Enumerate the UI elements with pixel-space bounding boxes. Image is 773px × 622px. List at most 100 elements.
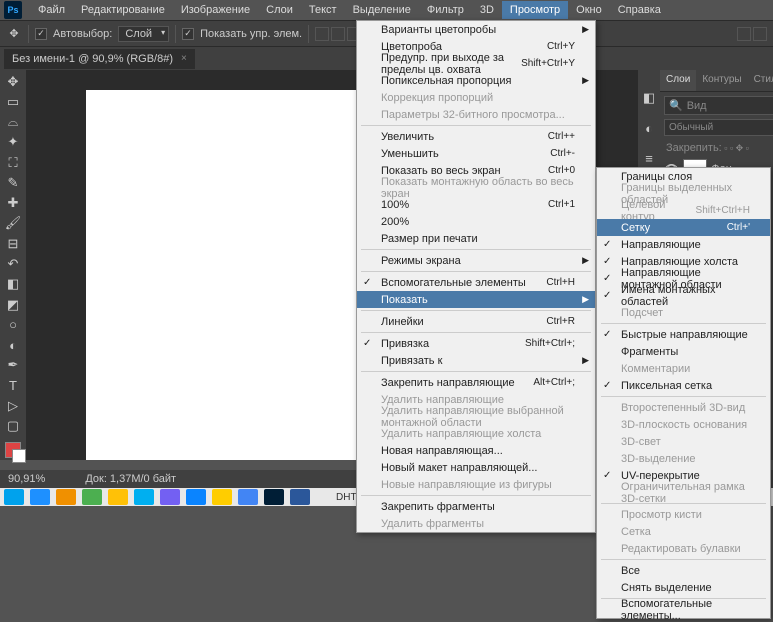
menu-выделение[interactable]: Выделение [345,1,419,19]
zoom-level[interactable]: 90,91% [8,473,45,485]
menu-item[interactable]: Попиксельная пропорция▶ [357,72,595,89]
taskbar-skype-icon[interactable] [134,489,154,505]
move-tool[interactable]: ✥ [2,72,24,91]
menu-item: Параметры 32-битного просмотра... [357,106,595,123]
menu-слои[interactable]: Слои [258,1,301,19]
menu-item: Новые направляющие из фигуры [357,476,595,493]
brush-tool[interactable]: 🖌 [2,214,24,233]
menu-item: Коррекция пропорций [357,89,595,106]
menu-окно[interactable]: Окно [568,1,610,19]
color-panel-icon[interactable]: ◧ [638,88,660,108]
taskbar-chrome-icon[interactable] [238,489,258,505]
tab-layers[interactable]: Слои [660,70,696,91]
menu-item: Второстепенный 3D-вид [597,399,770,416]
menu-item[interactable]: УвеличитьCtrl++ [357,128,595,145]
document-tab[interactable]: Без имени-1 @ 90,9% (RGB/8#) × [4,49,195,69]
menu-item[interactable]: СеткуCtrl+' [597,219,770,236]
taskbar-aimp-icon[interactable] [108,489,128,505]
close-icon[interactable]: × [181,53,187,64]
menu-item[interactable]: ✓Имена монтажных областей [597,287,770,304]
heal-tool[interactable]: ✚ [2,194,24,213]
menu-фильтр[interactable]: Фильтр [419,1,472,19]
menu-item[interactable]: Размер при печати [357,230,595,247]
blur-tool[interactable]: ○ [2,315,24,334]
eyedropper-tool[interactable]: ✎ [2,173,24,192]
menu-item[interactable]: ✓Вспомогательные элементыCtrl+H [357,274,595,291]
panel-tabs: Слои Контуры Стили [660,70,773,92]
color-swatches[interactable] [2,441,24,460]
menu-item[interactable]: Закрепить направляющиеAlt+Ctrl+; [357,374,595,391]
menu-item[interactable]: ЛинейкиCtrl+R [357,313,595,330]
taskbar-app2-icon[interactable] [212,489,232,505]
taskbar-photoshop-icon[interactable] [264,489,284,505]
start-button[interactable] [4,489,24,505]
tab-styles[interactable]: Стили [748,70,773,91]
arrange-buttons[interactable] [737,27,767,41]
menu-item[interactable]: Все [597,562,770,579]
canvas[interactable] [86,90,366,460]
taskbar-word-icon[interactable] [290,489,310,505]
tab-paths[interactable]: Контуры [696,70,747,91]
autoselect-label: Автовыбор: [53,28,112,40]
menu-item[interactable]: Закрепить фрагменты [357,498,595,515]
layer-filter[interactable]: 🔍 Вид [664,96,773,115]
crop-tool[interactable]: ⛶ [2,153,24,172]
shape-tool[interactable]: ▢ [2,417,24,436]
autoselect-dropdown[interactable]: Слой [118,26,169,42]
menu-item[interactable]: Новый макет направляющей... [357,459,595,476]
dodge-tool[interactable]: ◐ [2,335,24,354]
menu-item[interactable]: Вспомогательные элементы... [597,601,770,618]
blend-mode-dropdown[interactable]: Обычный [664,119,773,136]
menu-item: Показать монтажную область во весь экран [357,179,595,196]
menu-просмотр[interactable]: Просмотр [502,1,568,19]
menu-item: Просмотр кисти [597,506,770,523]
path-tool[interactable]: ▷ [2,396,24,415]
lasso-tool[interactable]: ⌓ [2,113,24,132]
locks-row: Закрепить: ▫ ▫ ✥ ▫ [660,140,773,156]
taskbar-ie-icon[interactable] [30,489,50,505]
menu-item[interactable]: Режимы экрана▶ [357,252,595,269]
menu-item[interactable]: Новая направляющая... [357,442,595,459]
adjustments-panel-icon[interactable]: ◐ [638,118,660,138]
menu-item[interactable]: ✓Пиксельная сетка [597,377,770,394]
taskbar-utorrent-icon[interactable] [82,489,102,505]
pen-tool[interactable]: ✒ [2,356,24,375]
autoselect-checkbox[interactable]: ✓ [35,28,47,40]
menu-редактирование[interactable]: Редактирование [73,1,173,19]
menu-item[interactable]: Варианты цветопробы▶ [357,21,595,38]
menu-item: Подсчет [597,304,770,321]
menu-item[interactable]: Снять выделение [597,579,770,596]
search-icon: 🔍 [669,99,683,112]
menu-изображение[interactable]: Изображение [173,1,258,19]
menu-item[interactable]: Фрагменты [597,343,770,360]
menu-item: 3D-выделение [597,450,770,467]
menu-item[interactable]: 200% [357,213,595,230]
menu-текст[interactable]: Текст [301,1,345,19]
menu-3d[interactable]: 3D [472,1,502,19]
menu-item[interactable]: УменьшитьCtrl+- [357,145,595,162]
marquee-tool[interactable]: ▭ [2,92,24,111]
menu-справка[interactable]: Справка [610,1,669,19]
menu-item[interactable]: Привязать к▶ [357,352,595,369]
history-brush-tool[interactable]: ↶ [2,254,24,273]
menu-item[interactable]: ✓Направляющие [597,236,770,253]
show-controls-checkbox[interactable]: ✓ [182,28,194,40]
eraser-tool[interactable]: ◧ [2,275,24,294]
view-menu: Варианты цветопробы▶ЦветопробаCtrl+YПред… [356,20,596,533]
menu-item[interactable]: ✓Быстрые направляющие [597,326,770,343]
stamp-tool[interactable]: ⊟ [2,234,24,253]
history-panel-icon[interactable]: ≡ [638,148,660,168]
taskbar-viber-icon[interactable] [160,489,180,505]
type-tool[interactable]: T [2,376,24,395]
taskbar-app-icon[interactable] [186,489,206,505]
menu-item[interactable]: ✓ПривязкаShift+Ctrl+; [357,335,595,352]
menu-item[interactable]: Предупр. при выходе за пределы цв. охват… [357,55,595,72]
menu-item[interactable]: 100%Ctrl+1 [357,196,595,213]
wand-tool[interactable]: ✦ [2,133,24,152]
taskbar-explorer-icon[interactable] [56,489,76,505]
menu-файл[interactable]: Файл [30,1,73,19]
menu-item: Удалить направляющие выбранной монтажной… [357,408,595,425]
menu-item: Редактировать булавки [597,540,770,557]
menu-item[interactable]: Показать▶ [357,291,595,308]
gradient-tool[interactable]: ◩ [2,295,24,314]
